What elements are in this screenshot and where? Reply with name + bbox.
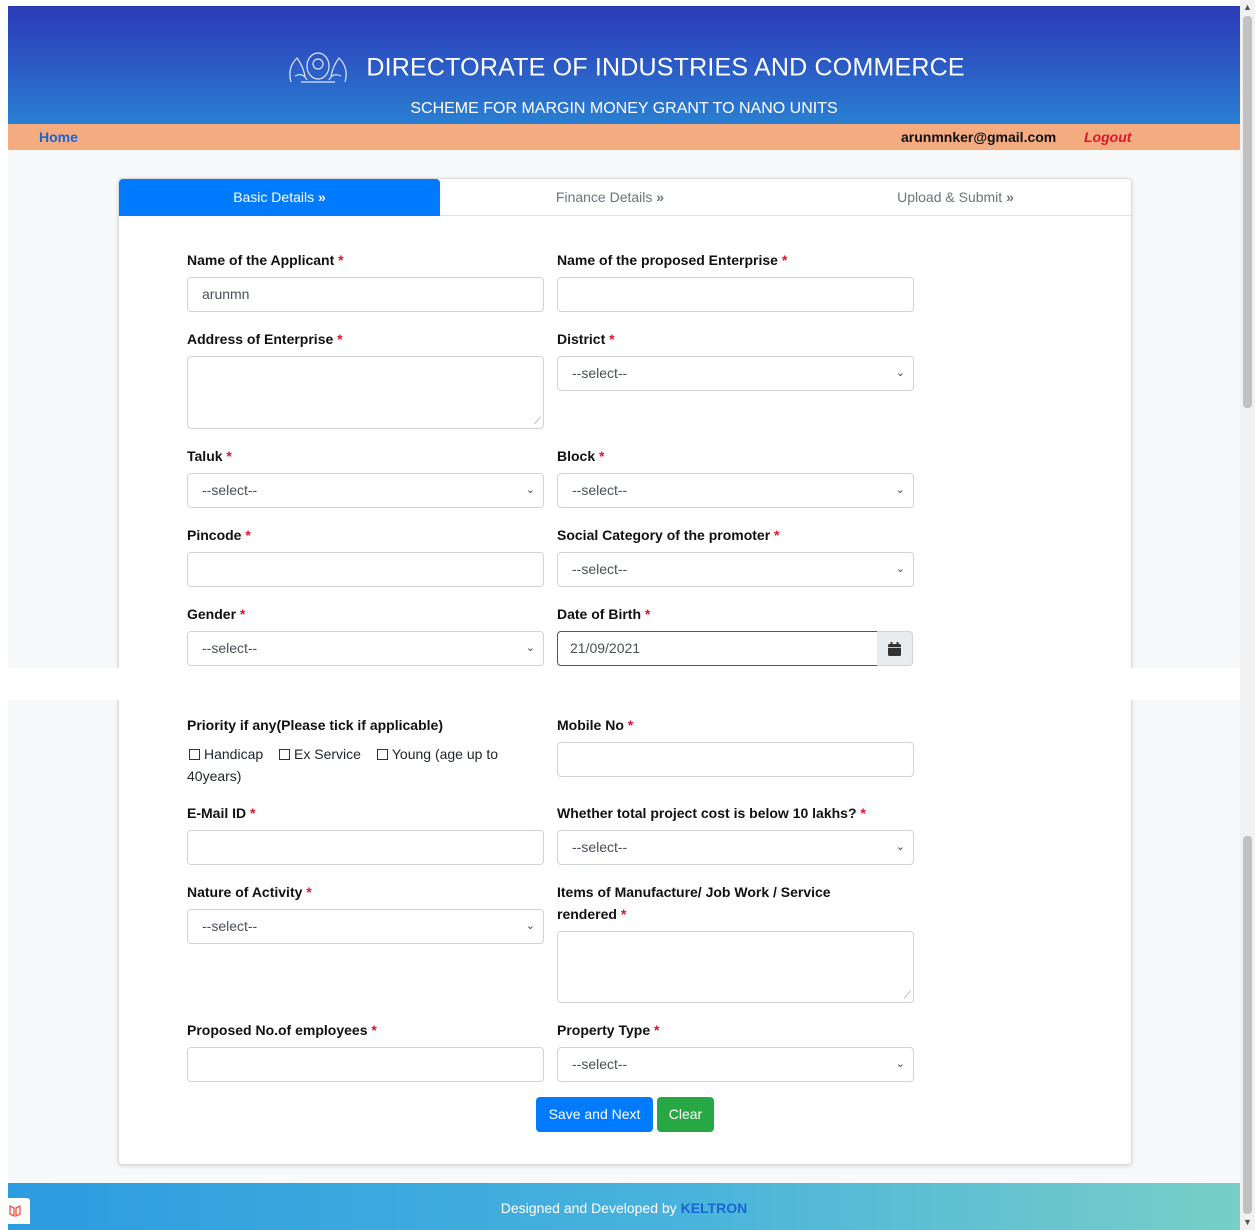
user-email: arunmnker@gmail.com — [901, 129, 1057, 145]
gender-label: Gender * — [187, 606, 246, 622]
chevron-down-icon: ⌄ — [895, 484, 905, 496]
scroll-thumb-top[interactable] — [1243, 16, 1252, 408]
social-category-select[interactable]: --select-- ⌄ — [557, 552, 914, 587]
screenshot-seam — [0, 668, 1255, 700]
address-textarea[interactable]: ⟋ — [187, 356, 544, 429]
clear-button[interactable]: Clear — [657, 1097, 714, 1132]
logout-link[interactable]: Logout — [1084, 129, 1131, 145]
applicant-name-label: Name of the Applicant * — [187, 252, 344, 268]
page: DIRECTORATE OF INDUSTRIES AND COMMERCE S… — [8, 6, 1240, 1230]
project-cost-label: Whether total project cost is below 10 l… — [557, 805, 866, 821]
checkbox-box[interactable] — [376, 748, 388, 760]
nav-bar: Home arunmnker@gmail.com Logout — [8, 124, 1240, 150]
calendar-button[interactable] — [877, 631, 913, 666]
address-label: Address of Enterprise * — [187, 331, 343, 347]
scroll-thumb-bottom[interactable] — [1243, 836, 1252, 1214]
employees-input[interactable] — [187, 1047, 544, 1082]
chevron-down-icon: ⌄ — [895, 367, 905, 379]
priority-checkbox-group: Handicap Ex Service Young (age up to 40y… — [187, 743, 532, 787]
gender-selected-value: --select-- — [202, 640, 258, 656]
employees-label: Proposed No.of employees * — [187, 1022, 377, 1038]
page-scrollbar[interactable]: ▲ ▼ — [1240, 0, 1255, 1230]
wizard-tabs: Basic Details » Finance Details » Upload… — [119, 179, 1131, 216]
district-selected-value: --select-- — [572, 365, 628, 381]
double-chevron-right-icon: » — [318, 189, 326, 205]
district-label: District * — [557, 331, 615, 347]
double-chevron-right-icon: » — [1006, 189, 1014, 205]
footer-text: Designed and Developed by — [500, 1200, 677, 1216]
header-title: DIRECTORATE OF INDUSTRIES AND COMMERCE — [366, 53, 965, 82]
header-subtitle: SCHEME FOR MARGIN MONEY GRANT TO NANO UN… — [410, 100, 838, 117]
chevron-down-icon: ⌄ — [525, 920, 535, 932]
gender-select[interactable]: --select-- ⌄ — [187, 631, 544, 666]
taluk-select[interactable]: --select-- ⌄ — [187, 473, 544, 508]
chevron-down-icon: ⌄ — [525, 642, 535, 654]
double-chevron-right-icon: » — [656, 189, 665, 205]
debug-bar-icon[interactable] — [0, 1198, 30, 1224]
enterprise-name-input[interactable] — [557, 277, 914, 312]
project-cost-select[interactable]: --select-- ⌄ — [557, 830, 914, 865]
enterprise-name-label: Name of the proposed Enterprise * — [557, 252, 788, 268]
nature-select[interactable]: --select-- ⌄ — [187, 909, 544, 944]
block-label: Block * — [557, 448, 605, 464]
dob-input[interactable]: 21/09/2021 — [557, 631, 878, 666]
taluk-selected-value: --select-- — [202, 482, 258, 498]
email-id-label: E-Mail ID * — [187, 805, 256, 821]
social-category-selected-value: --select-- — [572, 561, 628, 577]
email-id-input[interactable] — [187, 830, 544, 865]
young-checkbox[interactable]: Young (age up to — [375, 746, 498, 762]
save-and-next-button[interactable]: Save and Next — [536, 1097, 653, 1132]
tab-label: Basic Details — [233, 189, 315, 205]
tab-upload-submit[interactable]: Upload & Submit » — [780, 179, 1131, 216]
handicap-checkbox[interactable]: Handicap — [187, 746, 263, 762]
block-selected-value: --select-- — [572, 482, 628, 498]
young-checkbox-label-wrap: 40years) — [187, 768, 242, 784]
applicant-name-input[interactable]: arunmn — [187, 277, 544, 312]
mobile-input[interactable] — [557, 742, 914, 777]
home-link[interactable]: Home — [39, 129, 78, 145]
tab-label: Finance Details — [555, 189, 653, 205]
dob-field: 21/09/2021 — [557, 631, 914, 666]
priority-label: Priority if any(Please tick if applicabl… — [187, 717, 443, 733]
tab-finance-details[interactable]: Finance Details » — [440, 179, 780, 216]
site-footer: Designed and Developed by KELTRON — [8, 1183, 1240, 1230]
chevron-down-icon: ⌄ — [895, 841, 905, 853]
block-select[interactable]: --select-- ⌄ — [557, 473, 914, 508]
project-cost-selected-value: --select-- — [572, 839, 628, 855]
pincode-label: Pincode * — [187, 527, 251, 543]
chevron-down-icon: ⌄ — [895, 1058, 905, 1070]
ex-service-checkbox[interactable]: Ex Service — [277, 746, 361, 762]
dob-label: Date of Birth * — [557, 606, 651, 622]
chevron-down-icon: ⌄ — [525, 484, 535, 496]
checkbox-box[interactable] — [189, 748, 200, 760]
property-type-select[interactable]: --select-- ⌄ — [557, 1047, 914, 1082]
social-category-label: Social Category of the promoter * — [557, 527, 780, 543]
scroll-down-arrow-icon[interactable]: ▼ — [1240, 1215, 1255, 1230]
site-header: DIRECTORATE OF INDUSTRIES AND COMMERCE S… — [8, 6, 1240, 124]
pincode-input[interactable] — [187, 552, 544, 587]
mobile-label: Mobile No * — [557, 717, 634, 733]
checkbox-box[interactable] — [279, 748, 291, 760]
header-title-row: DIRECTORATE OF INDUSTRIES AND COMMERCE — [8, 52, 1240, 86]
property-type-label: Property Type * — [557, 1022, 660, 1038]
tab-label: Upload & Submit — [897, 189, 1003, 205]
nature-selected-value: --select-- — [202, 918, 258, 934]
nature-label: Nature of Activity * — [187, 884, 312, 900]
property-type-selected-value: --select-- — [572, 1056, 628, 1072]
items-textarea[interactable]: ⟋ — [557, 931, 914, 1003]
district-select[interactable]: --select-- ⌄ — [557, 356, 914, 391]
taluk-label: Taluk * — [187, 448, 232, 464]
state-emblem-icon — [283, 46, 353, 86]
calendar-icon — [888, 642, 901, 656]
items-label: Items of Manufacture/ Job Work / Service… — [557, 884, 831, 922]
scroll-up-arrow-icon[interactable]: ▲ — [1240, 0, 1255, 15]
footer-brand-link[interactable]: KELTRON — [681, 1200, 748, 1216]
resize-grip-icon[interactable]: ⟋ — [904, 991, 911, 1001]
resize-grip-icon[interactable]: ⟋ — [534, 417, 541, 427]
chevron-down-icon: ⌄ — [895, 563, 905, 575]
tab-basic-details[interactable]: Basic Details » — [119, 179, 440, 216]
